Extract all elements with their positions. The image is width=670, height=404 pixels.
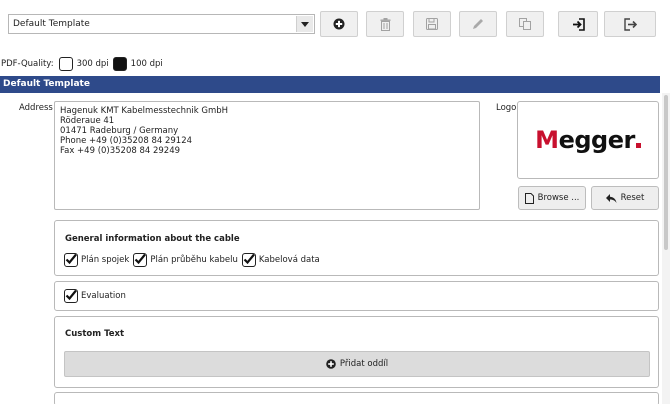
general-info-title: General information about the cable [65,234,240,244]
check-icon [65,253,77,265]
add-template-button[interactable] [320,11,358,37]
address-label: Address [19,103,53,113]
edit-template-button[interactable] [459,11,497,37]
general-info-options: Plán spojek Plán průběhu kabelu Kabelová… [64,253,324,267]
option-label: Plán průběhu kabelu [150,255,238,265]
delete-template-button[interactable] [366,11,404,37]
option-plan-spojek[interactable]: Plán spojek [64,253,129,267]
logo-preview: Megger [517,101,659,179]
browse-logo-button[interactable]: Browse ... [518,186,586,210]
save-template-button[interactable] [413,11,451,37]
copy-template-button[interactable] [506,11,544,37]
add-section-label: Přidat oddíl [339,359,389,369]
browse-label: Browse ... [537,193,580,203]
megger-logo: Megger [535,126,641,154]
option-label: Kabelová data [258,255,320,265]
pdf-300dpi-label: 300 dpi [76,59,109,69]
general-info-panel: General information about the cable Plán… [54,220,659,276]
evaluation-label: Evaluation [81,291,126,301]
template-select[interactable]: Default Template [8,14,315,34]
import-button[interactable] [558,11,598,37]
chevron-down-icon[interactable] [296,16,313,32]
export-icon [623,17,637,31]
floppy-icon [426,18,438,30]
add-section-button[interactable]: Přidat oddíl [64,351,650,377]
checkbox[interactable] [241,253,256,267]
reset-label: Reset [620,193,645,203]
checkbox[interactable] [133,253,148,267]
export-button[interactable] [604,11,656,37]
evaluation-option[interactable]: Evaluation [64,289,130,303]
checkbox[interactable] [64,253,78,267]
check-icon [65,289,77,301]
pdf-quality-label: PDF-Quality: [1,59,54,69]
check-icon [135,253,147,265]
pencil-icon [473,19,483,29]
evaluation-panel: Evaluation [54,281,659,311]
copy-icon [519,18,531,30]
reply-arrow-icon [605,193,617,203]
pdf-100dpi-label: 100 dpi [130,59,163,69]
option-kabelova-data[interactable]: Kabelová data [241,253,320,267]
pdf-300dpi-checkbox[interactable] [58,57,73,71]
address-line: Hagenuk KMT Kabelmesstechnik GmbH [60,106,229,116]
evaluation-checkbox[interactable] [64,289,78,303]
custom-text-panel: Custom Text Přidat oddíl [54,316,659,388]
address-line: Phone +49 (0)35208 84 29124 [60,136,193,146]
plus-circle-icon [326,359,336,369]
pdf-quality-row: PDF-Quality: 300 dpi 100 dpi [1,57,167,71]
check-icon [243,253,255,265]
custom-text-title: Custom Text [65,329,125,339]
trash-icon [380,17,390,31]
reset-logo-button[interactable]: Reset [591,186,659,210]
file-icon [524,192,534,204]
import-icon [572,17,585,31]
vertical-scrollbar[interactable] [662,93,670,404]
address-line: Röderaue 41 [60,116,115,126]
address-line: 01471 Radeburg / Germany [60,126,179,136]
address-line: Fax +49 (0)35208 84 29249 [60,146,181,156]
pdf-100dpi-checkbox[interactable] [112,57,127,71]
section-title-bar: Default Template [0,76,660,93]
template-select-value: Default Template [13,19,90,29]
logo-label: Logo [496,103,517,113]
plus-circle-icon [333,18,345,30]
next-panel-partial [54,392,659,404]
scrollbar-thumb[interactable] [664,95,668,250]
address-textarea[interactable]: Hagenuk KMT Kabelmesstechnik GmbH Rödera… [54,101,480,210]
option-label: Plán spojek [81,255,130,265]
option-plan-pruebehu[interactable]: Plán průběhu kabelu [133,253,238,267]
